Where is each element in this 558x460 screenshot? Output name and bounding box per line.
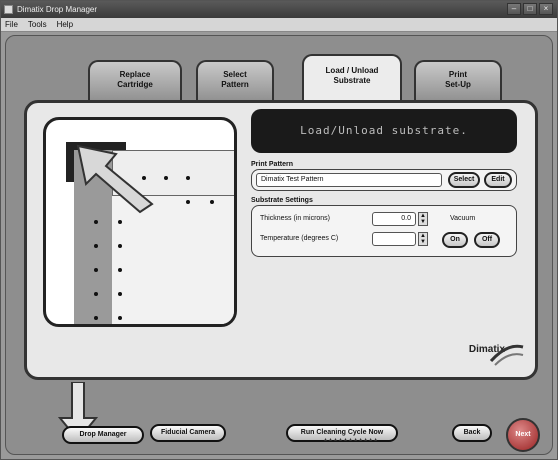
vacuum-on-button[interactable]: On bbox=[442, 232, 468, 248]
corner-guide-side bbox=[66, 142, 74, 182]
progress-ticks: ▴▴▴▴▴▴▴▴▴▴▴ bbox=[324, 437, 380, 443]
print-pattern-field[interactable]: Dimatix Test Pattern bbox=[256, 173, 442, 187]
vacuum-hole bbox=[118, 244, 122, 248]
vacuum-hole bbox=[94, 316, 98, 320]
tab-replace-cartridge[interactable]: Replace Cartridge bbox=[88, 60, 182, 102]
application-window: Dimatix Drop Manager – □ × File Tools He… bbox=[0, 0, 558, 460]
vacuum-hole bbox=[118, 268, 122, 272]
thickness-spinner[interactable]: ▲ ▼ bbox=[418, 212, 428, 226]
vacuum-label: Vacuum bbox=[450, 215, 476, 222]
menu-help[interactable]: Help bbox=[57, 18, 73, 31]
vacuum-hole bbox=[118, 292, 122, 296]
app-panel: Replace Cartridge Select Pattern Load / … bbox=[5, 35, 553, 455]
temperature-input[interactable] bbox=[372, 232, 416, 246]
menu-tools[interactable]: Tools bbox=[28, 18, 47, 31]
window-controls: – □ × bbox=[507, 3, 553, 15]
bottom-toolbar: Drop Manager Fiducial Camera Run Cleanin… bbox=[6, 382, 552, 452]
vacuum-hole bbox=[94, 220, 98, 224]
fiducial-camera-button[interactable]: Fiducial Camera bbox=[150, 424, 226, 442]
title-bar: Dimatix Drop Manager – □ × bbox=[1, 1, 557, 18]
substrate-illustration bbox=[43, 117, 237, 327]
thickness-input[interactable]: 0.0 bbox=[372, 212, 416, 226]
thickness-label: Thickness (in microns) bbox=[260, 215, 331, 222]
app-icon bbox=[4, 5, 13, 14]
close-button[interactable]: × bbox=[539, 3, 553, 15]
tab-select-pattern[interactable]: Select Pattern bbox=[196, 60, 274, 102]
temperature-label: Temperature (degrees C) bbox=[260, 235, 339, 242]
menu-bar: File Tools Help bbox=[1, 18, 557, 32]
print-pattern-label: Print Pattern bbox=[251, 161, 294, 168]
vacuum-hole bbox=[210, 200, 214, 204]
vacuum-hole bbox=[164, 176, 168, 180]
edit-pattern-button[interactable]: Edit bbox=[484, 172, 512, 188]
vacuum-hole bbox=[94, 268, 98, 272]
menu-file[interactable]: File bbox=[5, 18, 18, 31]
tab-print-setup[interactable]: Print Set-Up bbox=[414, 60, 502, 102]
dimatix-swoosh-icon bbox=[489, 344, 524, 366]
window-title: Dimatix Drop Manager bbox=[17, 5, 98, 14]
vacuum-hole bbox=[94, 292, 98, 296]
vacuum-hole bbox=[186, 176, 190, 180]
content-panel: Load/Unload substrate. Print Pattern Dim… bbox=[24, 100, 538, 380]
temperature-spinner[interactable]: ▲ ▼ bbox=[418, 232, 428, 246]
tab-load-unload-substrate[interactable]: Load / Unload Substrate bbox=[302, 54, 402, 102]
vacuum-hole bbox=[186, 200, 190, 204]
substrate-settings-label: Substrate Settings bbox=[251, 197, 313, 204]
drop-manager-button[interactable]: Drop Manager bbox=[62, 426, 144, 444]
vacuum-hole bbox=[118, 220, 122, 224]
pointer-arrow-icon bbox=[76, 144, 154, 214]
vacuum-off-button[interactable]: Off bbox=[474, 232, 500, 248]
vacuum-hole bbox=[94, 244, 98, 248]
maximize-button[interactable]: □ bbox=[523, 3, 537, 15]
print-pattern-group: Dimatix Test Pattern Select Edit bbox=[251, 169, 517, 191]
vacuum-hole bbox=[118, 316, 122, 320]
select-pattern-button[interactable]: Select bbox=[448, 172, 480, 188]
back-button[interactable]: Back bbox=[452, 424, 492, 442]
minimize-button[interactable]: – bbox=[507, 3, 521, 15]
substrate-settings-group: Thickness (in microns) 0.0 ▲ ▼ Vacuum Tem… bbox=[251, 205, 517, 257]
instruction-banner: Load/Unload substrate. bbox=[251, 109, 517, 153]
next-button[interactable]: Next bbox=[506, 418, 540, 452]
